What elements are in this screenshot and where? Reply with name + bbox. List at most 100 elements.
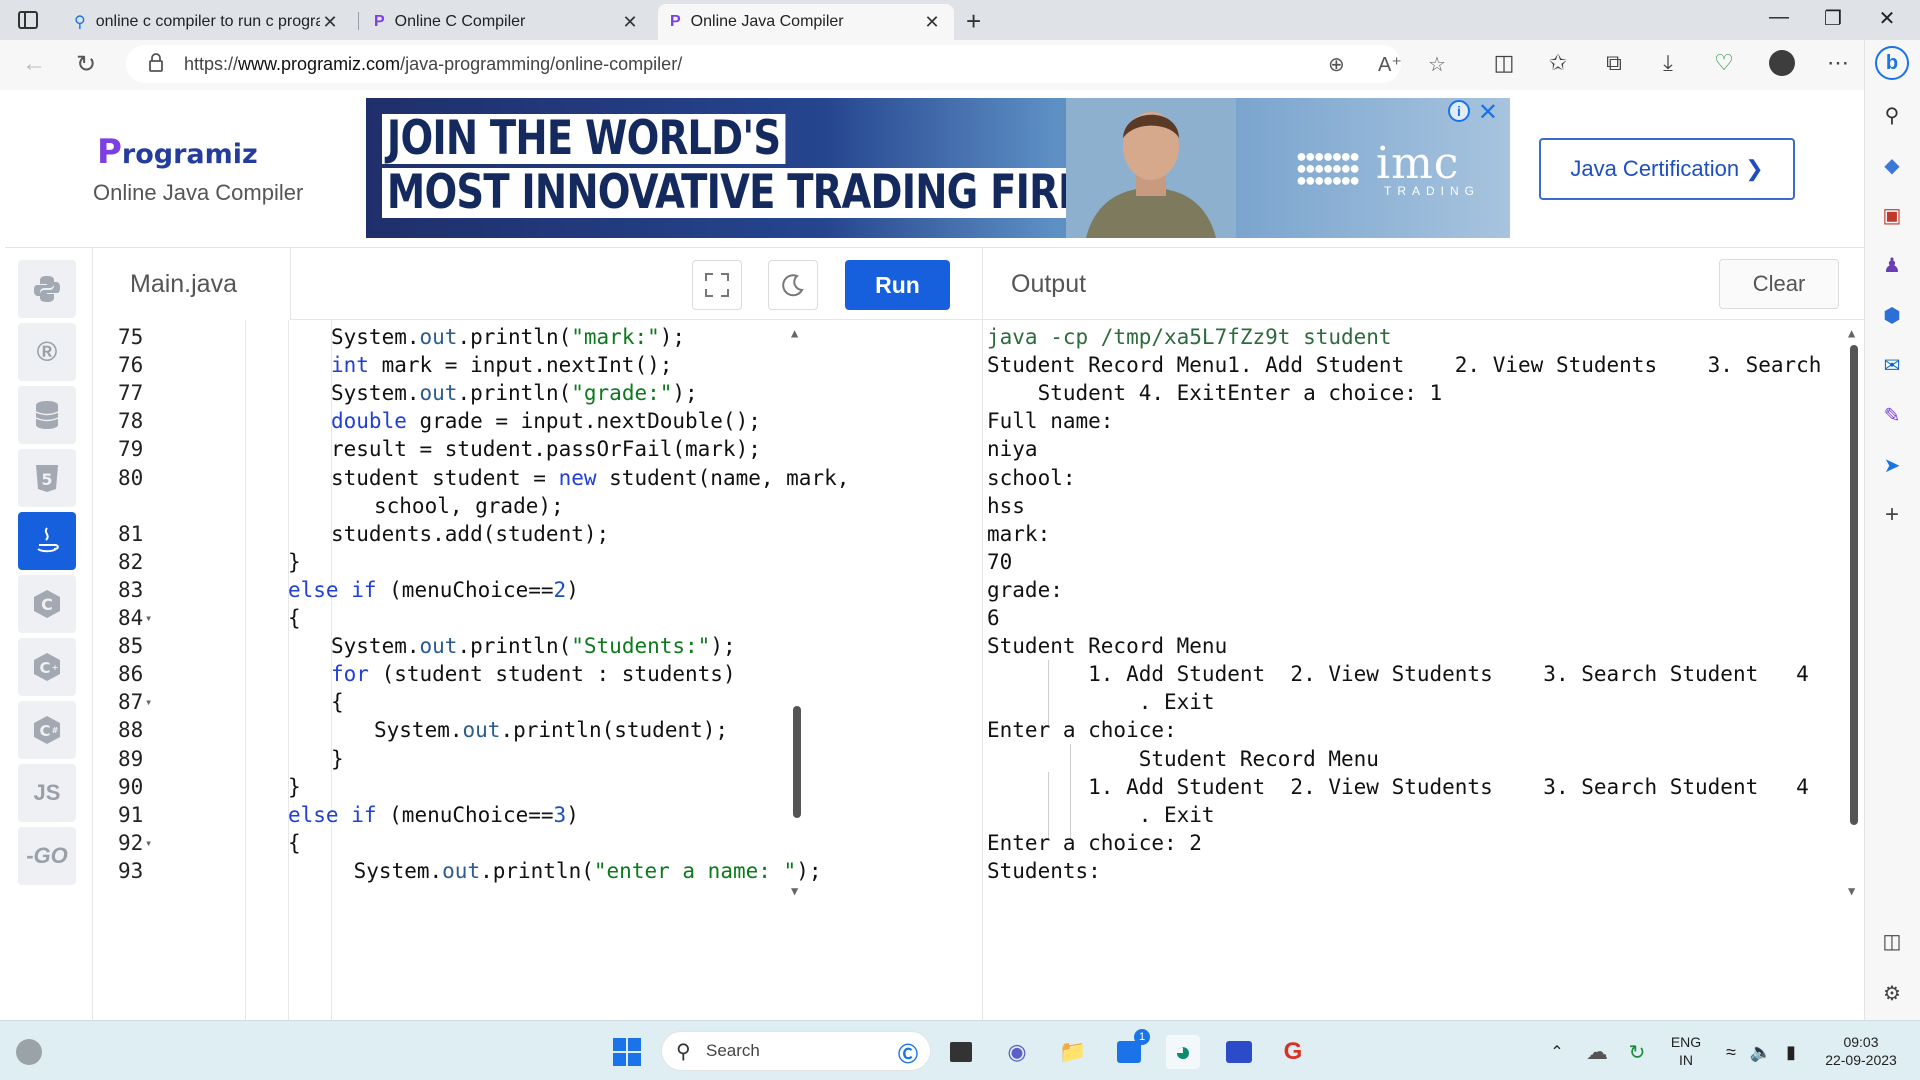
windows-start-icon[interactable] [610, 1035, 644, 1069]
programiz-logo[interactable]: Programiz [97, 132, 258, 172]
sidebar-settings-gear-icon[interactable]: ⚙ [1879, 980, 1905, 1006]
csharp-icon[interactable]: C # [18, 701, 76, 759]
edge-browser-icon[interactable]: ◕ [1166, 1035, 1200, 1069]
svg-text:+: + [52, 663, 59, 672]
cpp-icon[interactable]: C + [18, 638, 76, 696]
go-icon[interactable]: -GO [18, 827, 76, 885]
designer-icon[interactable]: ✎ [1879, 402, 1905, 428]
output-scrollbar[interactable] [1850, 345, 1858, 825]
remote-app-icon[interactable] [1222, 1035, 1256, 1069]
profile-avatar[interactable] [1768, 50, 1796, 82]
editor-header: Main.java Run [93, 248, 982, 320]
refresh-icon[interactable]: ↻ [76, 50, 96, 79]
tab-search[interactable]: ⚲ online c compiler to run c progra ✕ [62, 4, 352, 40]
java-icon[interactable] [18, 512, 76, 570]
close-tab-icon[interactable]: ✕ [620, 12, 640, 33]
url-prefix: https:// [184, 53, 239, 74]
wifi-icon[interactable]: ≈ [1714, 1035, 1748, 1069]
code-editor[interactable]: 75 System.out.println("mark:"); 76 int mark… [93, 320, 982, 1020]
hide-sidebar-icon[interactable]: ◫ [1879, 928, 1905, 954]
games-icon[interactable]: ♟ [1879, 252, 1905, 278]
programiz-favicon-icon: P [374, 13, 385, 30]
language-sidebar: ® 5 C C + C # JS -GO [5, 248, 93, 1020]
dark-mode-moon-icon[interactable] [768, 260, 818, 310]
url-host: www.programiz.com [238, 53, 401, 74]
svg-text:#: # [52, 726, 59, 735]
battery-icon[interactable]: ▮ [1774, 1035, 1808, 1069]
collections-icon[interactable]: ⧉ [1600, 50, 1628, 76]
clock[interactable]: 09:03 22-09-2023 [1818, 1033, 1904, 1069]
ad-headline-2: MOST INNOVATIVE TRADING FIRM [382, 168, 1101, 218]
minimize-button[interactable]: — [1764, 6, 1794, 29]
new-tab-button[interactable]: + [966, 6, 981, 37]
bing-icon: Ⓒ [898, 1044, 918, 1066]
tab-online-java-compiler[interactable]: P Online Java Compiler ✕ [658, 4, 954, 40]
address-toolbar: ← ↻ https://www.programiz.com/java-progr… [0, 40, 1920, 90]
maximize-button[interactable]: ❐ [1818, 6, 1848, 31]
close-tab-icon[interactable]: ✕ [922, 12, 942, 33]
taskbar-search-input[interactable]: ⚲ Search Ⓒ [661, 1031, 931, 1071]
ad-info-icon[interactable]: i [1448, 100, 1470, 122]
microsoft-store-icon[interactable]: 1 [1112, 1029, 1150, 1069]
scroll-down-arrow-icon[interactable]: ▼ [1848, 884, 1855, 898]
microsoft-365-icon[interactable]: ⬢ [1879, 302, 1905, 328]
onedrive-cloud-icon[interactable]: ☁ [1580, 1035, 1614, 1069]
editor-scrollbar[interactable] [793, 706, 801, 818]
ad-close-icon[interactable]: ✕ [1478, 98, 1498, 127]
java-certification-button[interactable]: Java Certification ❯ [1539, 138, 1795, 200]
advertisement-banner[interactable]: JOIN THE WORLD'S MOST INNOVATIVE TRADING… [366, 98, 1510, 238]
fullscreen-icon[interactable] [692, 260, 742, 310]
favorites-icon[interactable]: ✩ [1544, 50, 1572, 76]
show-hidden-icons-chevron-icon[interactable]: ⌃ [1540, 1035, 1574, 1069]
workspaces-icon[interactable] [14, 8, 42, 32]
output-title: Output [1011, 270, 1087, 298]
url-bar[interactable]: https://www.programiz.com/java-programmi… [126, 45, 1401, 83]
scroll-down-arrow-icon[interactable]: ▼ [791, 884, 798, 898]
file-tab-main-java[interactable]: Main.java [93, 248, 291, 320]
downloads-icon[interactable]: ⤓ [1654, 50, 1682, 76]
back-arrow-icon[interactable]: ← [22, 50, 46, 78]
sync-icon[interactable]: ↻ [1620, 1035, 1654, 1069]
javascript-icon[interactable]: JS [18, 764, 76, 822]
close-tab-icon[interactable]: ✕ [320, 12, 340, 33]
code-text: System.out.println("enter a name: "); [341, 858, 822, 883]
imc-logo-icon: ●●●●●●● ●●●●●●● ●●●●●●● [1296, 146, 1360, 190]
scroll-up-arrow-icon[interactable]: ▲ [1848, 326, 1855, 340]
volume-icon[interactable]: 🔈 [1744, 1035, 1778, 1069]
task-view-icon[interactable] [944, 1035, 978, 1069]
scroll-up-arrow-icon[interactable]: ▲ [791, 326, 798, 340]
google-icon[interactable]: G [1276, 1035, 1310, 1069]
favorite-star-icon[interactable]: ☆ [1428, 52, 1446, 77]
tab-online-c-compiler[interactable]: P Online C Compiler ✕ [362, 4, 652, 40]
html5-icon[interactable]: 5 [18, 449, 76, 507]
browser-essentials-icon[interactable]: ♡ [1710, 50, 1738, 76]
weather-widget-icon[interactable] [12, 1035, 46, 1069]
c-language-icon[interactable]: C [18, 575, 76, 633]
send-icon[interactable]: ➤ [1879, 452, 1905, 478]
clear-button[interactable]: Clear [1719, 259, 1839, 309]
run-button[interactable]: Run [845, 260, 950, 310]
svg-text:C: C [39, 659, 50, 677]
ad-headline-1: JOIN THE WORLD'S [382, 114, 786, 164]
search-icon[interactable]: ⚲ [1879, 102, 1905, 128]
close-window-button[interactable]: ✕ [1872, 6, 1902, 31]
shopping-tag-icon[interactable]: ◆ [1879, 152, 1905, 178]
outlook-icon[interactable]: ✉ [1879, 352, 1905, 378]
add-sidebar-app-icon[interactable]: + [1879, 501, 1905, 528]
tools-briefcase-icon[interactable]: ▣ [1879, 202, 1905, 228]
more-menu-icon[interactable]: ⋯ [1824, 50, 1852, 76]
bing-chat-icon[interactable]: b [1875, 46, 1909, 80]
zoom-icon[interactable]: ⊕ [1328, 52, 1345, 77]
code-line[interactable]: 93 System.out.println("enter a name: "); [93, 854, 982, 888]
split-screen-icon[interactable]: ◫ [1490, 50, 1518, 76]
read-aloud-icon[interactable]: A⁺ [1378, 52, 1402, 77]
python-icon[interactable] [18, 260, 76, 318]
webpage: Programiz Online Java Compiler JOIN THE … [5, 90, 1864, 1020]
svg-text:C: C [39, 722, 50, 740]
file-explorer-icon[interactable]: 📁 [1056, 1035, 1090, 1069]
r-language-icon[interactable]: ® [18, 323, 76, 381]
sql-database-icon[interactable] [18, 386, 76, 444]
output-console[interactable]: ▲ ▼ java -cp /tmp/xa5L7fZz9t student Stud… [982, 320, 1864, 1020]
language-indicator[interactable]: ENG IN [1668, 1033, 1704, 1069]
teams-chat-icon[interactable]: ◉ [1000, 1035, 1034, 1069]
